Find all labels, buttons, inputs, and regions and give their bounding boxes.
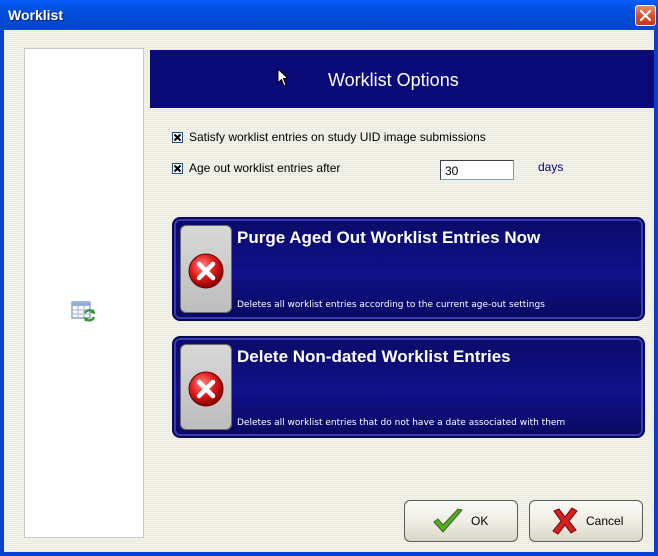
worklist-window: Worklist Worklist Options Satisfy workli… [0, 0, 658, 556]
purge-aged-out-button[interactable]: Purge Aged Out Worklist Entries Now Dele… [172, 217, 645, 321]
satisfy-checkbox[interactable] [172, 132, 183, 143]
dialog-client-area: Worklist Options Satisfy worklist entrie… [4, 30, 654, 552]
delete-non-dated-button[interactable]: Delete Non-dated Worklist Entries Delete… [172, 336, 645, 438]
window-title: Worklist [8, 7, 63, 23]
delete-button-title: Delete Non-dated Worklist Entries [237, 347, 511, 366]
header-title: Worklist Options [328, 70, 459, 90]
header-banner: Worklist Options [150, 50, 654, 108]
satisfy-option-row: Satisfy worklist entries on study UID im… [172, 130, 486, 144]
ageout-checkbox[interactable] [172, 163, 183, 174]
red-x-cancel-icon [552, 507, 578, 535]
delete-button-description: Deletes all worklist entries that do not… [237, 418, 566, 428]
days-unit-label: days [538, 160, 564, 174]
purge-button-description: Deletes all worklist entries according t… [237, 300, 545, 310]
ok-label: OK [471, 514, 489, 528]
purge-icon-box [180, 225, 232, 313]
cancel-button[interactable]: Cancel [529, 500, 643, 542]
checkbox-check-icon [173, 133, 182, 142]
ageout-option-row: Age out worklist entries after [172, 161, 340, 175]
mouse-pointer-icon [277, 68, 289, 87]
purge-button-title: Purge Aged Out Worklist Entries Now [237, 228, 541, 247]
error-x-icon [188, 253, 224, 289]
close-button[interactable] [635, 5, 656, 26]
error-x-icon [188, 371, 224, 407]
ok-button[interactable]: OK [404, 500, 518, 542]
delete-icon-box [180, 344, 232, 430]
satisfy-label: Satisfy worklist entries on study UID im… [189, 130, 486, 144]
ageout-label: Age out worklist entries after [189, 161, 341, 175]
cancel-label: Cancel [586, 514, 624, 528]
side-panel [24, 48, 144, 538]
checkmark-icon [433, 508, 463, 533]
ageout-days-input[interactable]: 30 [440, 160, 514, 180]
title-bar[interactable]: Worklist [0, 0, 658, 30]
close-icon [639, 9, 652, 22]
worklist-refresh-icon [71, 301, 96, 322]
checkbox-check-icon [173, 164, 182, 173]
